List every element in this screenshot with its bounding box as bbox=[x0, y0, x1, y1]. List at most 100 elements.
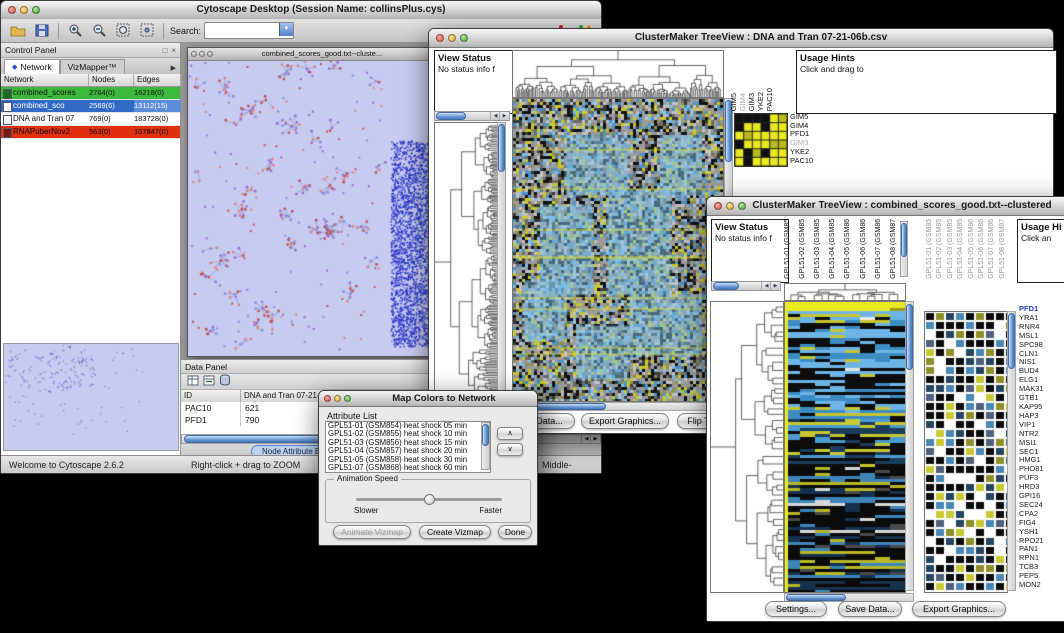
done-button[interactable]: Done bbox=[498, 525, 532, 539]
row-dendrogram-canvas[interactable] bbox=[710, 301, 784, 593]
scroll-thumb[interactable] bbox=[901, 223, 907, 257]
column-label[interactable]: GPL51-02 (GSM855 bbox=[936, 219, 943, 279]
scroll-thumb[interactable] bbox=[786, 594, 846, 601]
search-dropdown-icon[interactable]: ▼ bbox=[279, 23, 293, 36]
create-attribute-icon[interactable] bbox=[203, 373, 215, 391]
network-overview-canvas[interactable] bbox=[3, 343, 179, 451]
speed-slider-thumb[interactable] bbox=[424, 494, 435, 505]
scroll-right-icon[interactable]: ▶ bbox=[499, 112, 509, 120]
save-icon[interactable] bbox=[30, 20, 54, 41]
close-button[interactable] bbox=[191, 51, 197, 57]
cytoscape-titlebar[interactable]: Cytoscape Desktop (Session Name: collins… bbox=[1, 1, 601, 20]
column-label[interactable]: GPL51-03 (GSM856 bbox=[814, 219, 821, 279]
gene-label[interactable]: MON2 bbox=[1019, 581, 1064, 590]
settings-button[interactable]: Settings... bbox=[765, 601, 827, 617]
zoom-button[interactable] bbox=[32, 6, 40, 14]
open-folder-icon[interactable] bbox=[6, 20, 30, 41]
tab-vizmapper[interactable]: VizMapper™ bbox=[60, 59, 125, 74]
network-list-row[interactable]: combined_scores2764(0)16218(0) bbox=[1, 87, 180, 100]
col-id[interactable]: ID bbox=[181, 390, 241, 402]
column-label[interactable]: GPL51-01 (GSM854 bbox=[926, 219, 933, 279]
column-label[interactable]: GIM4 bbox=[738, 93, 747, 111]
column-label[interactable]: GIM3 bbox=[747, 93, 756, 111]
heatmap-vscrollbar[interactable] bbox=[905, 301, 914, 591]
column-label[interactable]: YKE2 bbox=[756, 92, 765, 111]
zoom-fit-icon[interactable] bbox=[111, 20, 135, 41]
search-combobox[interactable]: ▼ bbox=[204, 22, 294, 39]
zoom-selected-icon[interactable] bbox=[135, 20, 159, 41]
network-list-row[interactable]: combined_sco2569(6)13112(15) bbox=[1, 100, 180, 113]
zoom-in-icon[interactable] bbox=[63, 20, 87, 41]
network-list-row[interactable]: DNA and Tran 07769(0)183728(0) bbox=[1, 113, 180, 126]
column-dendrogram-canvas[interactable] bbox=[512, 50, 724, 98]
treeview-combined-titlebar[interactable]: ClusterMaker TreeView : combined_scores_… bbox=[707, 197, 1064, 216]
column-label[interactable]: PAC10 bbox=[765, 88, 774, 111]
column-label[interactable]: GPL51-04 (GSM857 bbox=[829, 219, 836, 279]
column-label[interactable]: GPL51-02 (GSM855 bbox=[799, 219, 806, 279]
tab-network[interactable]: ◆ Network bbox=[4, 59, 60, 74]
column-label[interactable]: GPL51-03 (GSM856 bbox=[947, 219, 954, 279]
minimize-button[interactable] bbox=[726, 202, 734, 210]
col-network[interactable]: Network bbox=[1, 74, 89, 86]
scroll-thumb[interactable] bbox=[482, 424, 489, 446]
export-graphics-button[interactable]: Export Graphics... bbox=[912, 601, 1006, 617]
close-button[interactable] bbox=[324, 395, 331, 402]
scroll-thumb[interactable] bbox=[436, 112, 466, 120]
col-edges[interactable]: Edges bbox=[134, 74, 181, 86]
summary-heatmap-canvas[interactable] bbox=[734, 113, 788, 167]
tab-overflow-icon[interactable]: ▶ bbox=[171, 64, 180, 74]
zoom-button[interactable] bbox=[738, 202, 746, 210]
summary-label[interactable]: PAC10 bbox=[790, 157, 830, 166]
column-dendrogram-canvas[interactable] bbox=[784, 283, 906, 301]
treeview-dna-titlebar[interactable]: ClusterMaker TreeView : DNA and Tran 07-… bbox=[429, 29, 1053, 48]
scroll-right-icon[interactable]: ▶ bbox=[770, 282, 780, 290]
scroll-thumb[interactable] bbox=[906, 304, 913, 370]
column-label[interactable]: GPL51-04 (GSM857 bbox=[957, 219, 964, 279]
minimize-button[interactable] bbox=[448, 34, 456, 42]
mini-hscrollbar[interactable]: ◀ ▶ bbox=[434, 111, 510, 121]
scroll-thumb[interactable] bbox=[1008, 313, 1015, 369]
col-nodes[interactable]: Nodes bbox=[89, 74, 134, 86]
secondary-vscrollbar[interactable] bbox=[1007, 311, 1016, 591]
move-down-button[interactable]: ∨ bbox=[497, 443, 523, 456]
speed-slider-track[interactable] bbox=[356, 498, 502, 501]
dendrogram-vscrollbar[interactable] bbox=[497, 122, 506, 400]
zoom-button[interactable] bbox=[344, 395, 351, 402]
column-label[interactable]: GPL51-07 (GSM868 bbox=[875, 219, 882, 279]
zoom-button[interactable] bbox=[460, 34, 468, 42]
zoom-out-icon[interactable] bbox=[87, 20, 111, 41]
column-label[interactable]: GPL51-07 (GSM868 bbox=[988, 219, 995, 279]
close-button[interactable] bbox=[436, 34, 444, 42]
save-data-button[interactable]: Save Data... bbox=[838, 601, 902, 617]
network-list-row[interactable]: RNAPuberNov2563(0)107847(0) bbox=[1, 126, 180, 139]
move-up-button[interactable]: ∧ bbox=[497, 427, 523, 440]
minimize-button[interactable] bbox=[334, 395, 341, 402]
column-label[interactable]: GPL51-08 (GSM87 bbox=[999, 219, 1006, 279]
attribute-item[interactable]: GPL51-07 (GSM868) heat shock 60 min bbox=[326, 464, 490, 472]
close-button[interactable] bbox=[8, 6, 16, 14]
network-view-titlebar[interactable]: combined_scores_good.txt--cluste... bbox=[188, 48, 434, 61]
select-attributes-icon[interactable] bbox=[187, 373, 199, 391]
secondary-heatmap-canvas[interactable] bbox=[924, 311, 1008, 593]
minimize-button[interactable] bbox=[20, 6, 28, 14]
minimize-button[interactable] bbox=[199, 51, 205, 57]
heatmap-hscrollbar[interactable] bbox=[512, 402, 733, 411]
mini-hscrollbar[interactable]: ◀ ▶ bbox=[711, 281, 781, 291]
create-vizmap-button[interactable]: Create Vizmap bbox=[419, 525, 491, 539]
export-graphics-button[interactable]: Export Graphics... bbox=[581, 413, 669, 429]
close-button[interactable] bbox=[714, 202, 722, 210]
dialog-titlebar[interactable]: Map Colors to Network bbox=[319, 391, 537, 407]
column-label[interactable]: GPL51-08 (GSM87 bbox=[890, 219, 897, 279]
list-vscrollbar[interactable] bbox=[481, 422, 490, 470]
column-label[interactable]: GPL51-06 (GSM866 bbox=[860, 219, 867, 279]
scroll-right-icon[interactable]: ▶ bbox=[590, 435, 600, 443]
column-label[interactable]: GPL51-01 (GSM854 bbox=[784, 219, 791, 279]
zoom-button[interactable] bbox=[207, 51, 213, 57]
row-dendrogram-canvas[interactable] bbox=[434, 122, 498, 402]
column-label[interactable]: GPL51-06 (GSM866 bbox=[978, 219, 985, 279]
column-label[interactable]: GIM5 bbox=[729, 93, 738, 111]
attribute-db-icon[interactable] bbox=[219, 373, 231, 391]
attribute-list[interactable]: GPL51-01 (GSM854) heat shock 05 minGPL51… bbox=[325, 421, 491, 473]
top-vscrollbar[interactable] bbox=[900, 221, 908, 277]
scroll-thumb[interactable] bbox=[713, 282, 739, 290]
